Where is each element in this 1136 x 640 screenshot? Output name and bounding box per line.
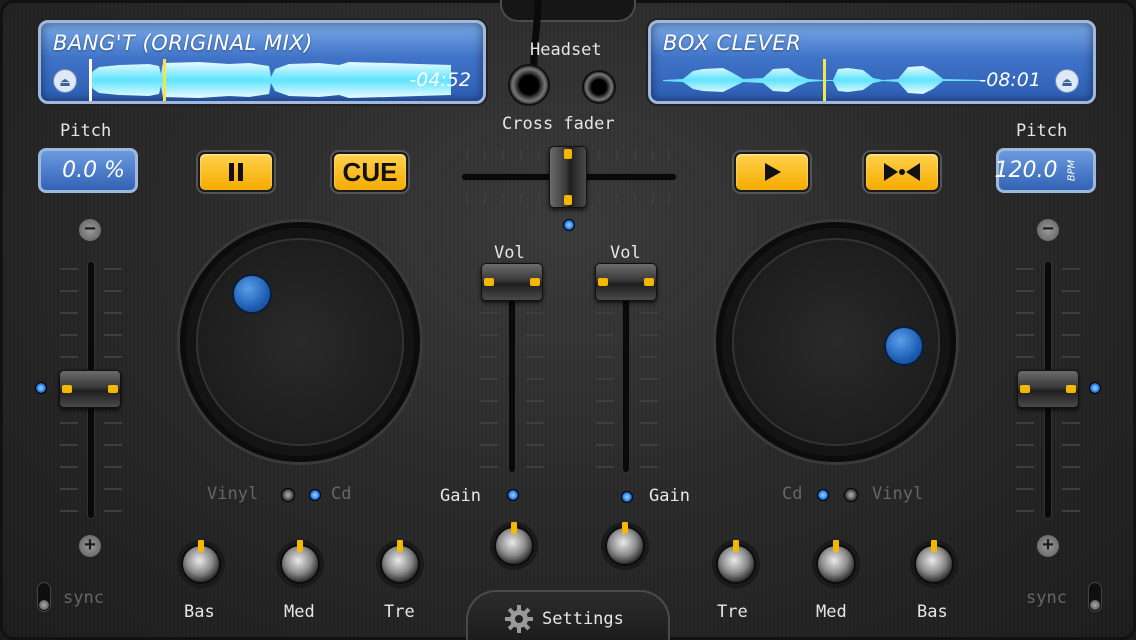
sync-right-label: sync [1026, 588, 1067, 608]
pitch-fader-left-handle[interactable] [59, 370, 121, 408]
pitch-minus-right-icon[interactable]: − [1037, 219, 1059, 241]
deck-right-display[interactable]: BOX CLEVER -08:01 ⏏ [648, 20, 1096, 104]
play-button[interactable] [734, 152, 810, 192]
settings-label: Settings [542, 609, 624, 629]
volume-fader-right-track[interactable] [623, 274, 629, 472]
deck-right-pitch-label: Pitch [1016, 121, 1068, 141]
gain-left-label: Gain [440, 486, 481, 506]
eq-left-bass-knob[interactable] [181, 540, 221, 584]
sync-right-toggle[interactable] [1088, 582, 1102, 612]
pitch-fader-right-handle[interactable] [1017, 370, 1079, 408]
headset-jack-left[interactable] [508, 64, 550, 106]
headset-label: Headset [530, 40, 602, 60]
deck-left-waveform[interactable] [89, 59, 451, 101]
deck-left-pitch-display[interactable]: 0.0 % [38, 148, 138, 193]
deck-right-waveform[interactable] [663, 59, 983, 101]
eq-left-bass-label: Bas [184, 602, 215, 622]
pitch-plus-left-icon[interactable]: + [79, 535, 101, 557]
deck-left-vinyl-label: Vinyl [207, 484, 259, 504]
bowtie-sync-icon [884, 163, 920, 181]
deck-right-cd-label: Cd [782, 484, 803, 504]
settings-button[interactable]: Settings [504, 604, 624, 634]
deck-right-bpm-value: 120.0 [994, 158, 1058, 183]
crossfader-handle[interactable] [549, 146, 587, 208]
eq-left-mid-knob[interactable] [280, 540, 320, 584]
gain-right-knob[interactable] [605, 522, 645, 566]
cue-button[interactable]: CUE [332, 152, 408, 192]
crossfader-led [563, 219, 575, 231]
deck-right-track-title: BOX CLEVER [663, 31, 802, 55]
pitch-right-led [1089, 382, 1101, 394]
volume-fader-left-handle[interactable] [481, 263, 543, 301]
jog-wheel-left[interactable] [180, 222, 420, 462]
gain-right-label: Gain [649, 486, 690, 506]
headset-jack-right[interactable] [582, 70, 616, 104]
gain-left-led [507, 489, 519, 501]
deck-left-time: -04:52 [409, 69, 471, 91]
deck-left-cd-label: Cd [331, 484, 352, 504]
pitch-plus-right-icon[interactable]: + [1037, 535, 1059, 557]
gear-icon [505, 605, 533, 633]
pause-button[interactable] [198, 152, 274, 192]
deck-left-pitch-label: Pitch [60, 121, 112, 141]
vol-left-label: Vol [494, 243, 525, 263]
crossfader-label: Cross fader [502, 114, 615, 134]
vol-right-label: Vol [610, 243, 641, 263]
eq-right-mid-knob[interactable] [816, 540, 856, 584]
eject-icon[interactable]: ⏏ [53, 69, 77, 93]
deck-right-vinyl-label: Vinyl [872, 484, 924, 504]
deck-left-track-title: BANG'T (ORIGINAL MIX) [53, 31, 313, 55]
volume-fader-left-track[interactable] [509, 274, 515, 472]
jog-wheel-left-marker [232, 274, 272, 314]
pitch-minus-left-icon[interactable]: − [79, 219, 101, 241]
eq-left-treble-knob[interactable] [380, 540, 420, 584]
pitch-left-led [35, 382, 47, 394]
deck-right-time: -08:01 [979, 69, 1041, 91]
deck-right-vinyl-toggle[interactable] [844, 488, 858, 502]
sync-left-toggle[interactable] [37, 582, 51, 612]
eq-left-mid-label: Med [284, 602, 315, 622]
sync-left-label: sync [63, 588, 104, 608]
deck-right-bpm-display[interactable]: 120.0 BPM [994, 148, 1096, 193]
gain-left-knob[interactable] [494, 522, 534, 566]
eq-right-bass-knob[interactable] [914, 540, 954, 584]
bpm-unit: BPM [1066, 159, 1078, 182]
deck-left-pitch-value: 0.0 % [62, 158, 125, 183]
play-icon [765, 163, 781, 181]
gain-right-led [621, 491, 633, 503]
jog-wheel-right[interactable] [716, 222, 956, 462]
deck-left-vinyl-toggle[interactable] [281, 488, 295, 502]
sync-beat-button[interactable] [864, 152, 940, 192]
eq-right-treble-label: Tre [717, 602, 748, 622]
eject-icon[interactable]: ⏏ [1055, 69, 1079, 93]
deck-left-cd-toggle[interactable] [309, 489, 321, 501]
deck-right-cd-toggle[interactable] [817, 489, 829, 501]
eq-right-treble-knob[interactable] [716, 540, 756, 584]
pause-icon [229, 163, 243, 181]
deck-left-display[interactable]: BANG'T (ORIGINAL MIX) ⏏ -04:52 [38, 20, 486, 104]
eq-left-treble-label: Tre [384, 602, 415, 622]
jog-wheel-right-marker [884, 326, 924, 366]
volume-fader-right-handle[interactable] [595, 263, 657, 301]
eq-right-mid-label: Med [816, 602, 847, 622]
eq-right-bass-label: Bas [917, 602, 948, 622]
top-notch [500, 0, 636, 22]
